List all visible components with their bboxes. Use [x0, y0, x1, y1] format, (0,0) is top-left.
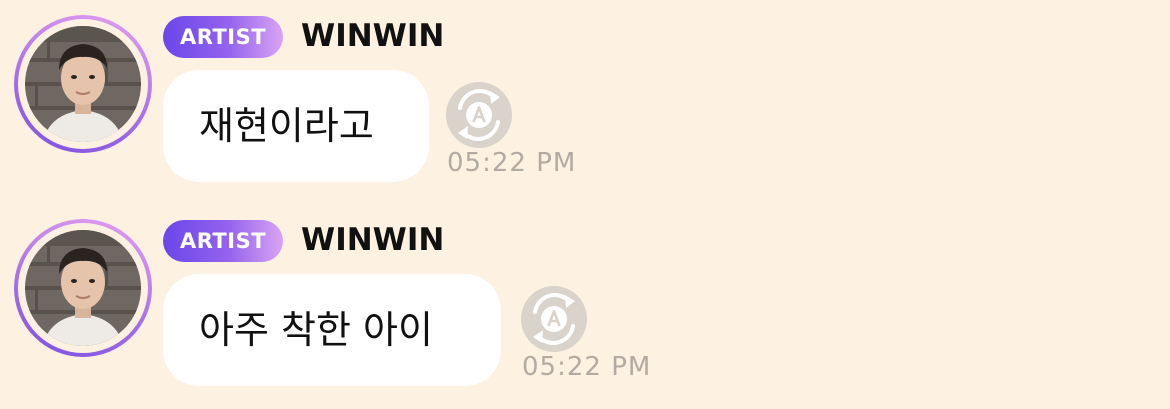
sender-name[interactable]: WINWIN [301, 14, 444, 58]
message-bubble[interactable]: 재현이라고 [163, 70, 429, 182]
sender-name[interactable]: WINWIN [301, 218, 444, 262]
translate-button[interactable] [521, 286, 587, 352]
message-bubble[interactable]: 아주 착한 아이 [163, 274, 501, 386]
translate-a-icon [533, 293, 575, 345]
translate-button[interactable] [446, 82, 512, 148]
message-timestamp: 05:22 PM [522, 352, 652, 382]
avatar[interactable] [14, 219, 152, 357]
chat-message: ARTIST WINWIN 재현이라고 05:22 PM [0, 12, 1170, 192]
avatar-photo [25, 230, 141, 346]
artist-badge: ARTIST [163, 16, 283, 58]
artist-badge: ARTIST [163, 220, 283, 262]
message-timestamp: 05:22 PM [447, 148, 577, 178]
translate-a-icon [458, 89, 500, 141]
avatar-photo [25, 26, 141, 142]
chat-message: ARTIST WINWIN 아주 착한 아이 05:22 PM [0, 216, 1170, 396]
avatar[interactable] [14, 15, 152, 153]
